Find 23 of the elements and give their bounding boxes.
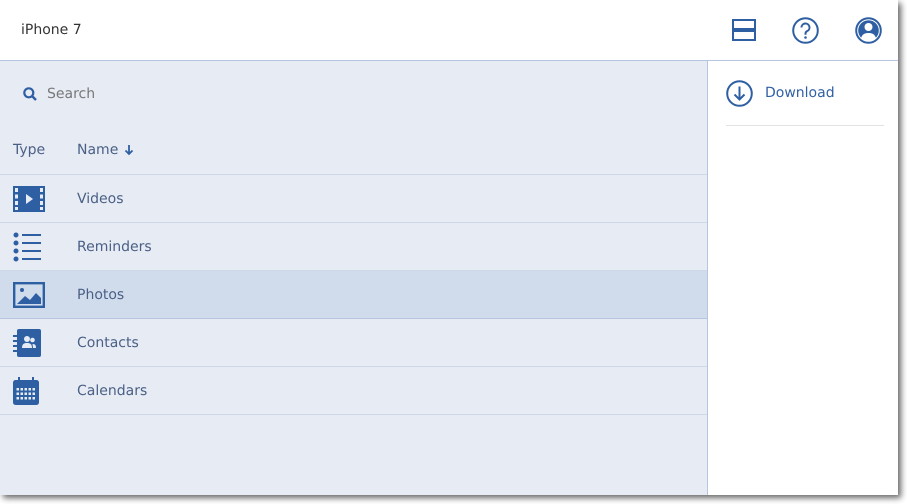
row-name: Contacts [77, 334, 139, 350]
address-book-icon [13, 328, 41, 356]
help-icon[interactable] [792, 16, 819, 44]
calendar-icon [13, 376, 39, 404]
search-field[interactable]: Search [47, 86, 247, 102]
device-title: iPhone 7 [21, 22, 82, 38]
column-header[interactable]: Type [0, 142, 77, 158]
search-icon [23, 87, 37, 101]
list-icon [13, 232, 41, 262]
film-icon [13, 186, 45, 212]
image-icon [13, 282, 45, 308]
table-row[interactable]: Calendars [0, 367, 707, 415]
column-header[interactable]: Name [77, 142, 134, 158]
layout-icon[interactable] [732, 19, 756, 41]
table-row[interactable]: Photos [0, 271, 707, 319]
row-name: Videos [77, 190, 124, 206]
row-name: Reminders [77, 238, 152, 254]
download-icon [726, 80, 753, 106]
table-row[interactable]: Videos [0, 175, 707, 223]
row-name: Calendars [77, 382, 148, 398]
table-row[interactable]: Contacts [0, 319, 707, 367]
user-icon[interactable] [855, 16, 882, 44]
row-name: Photos [77, 286, 124, 302]
